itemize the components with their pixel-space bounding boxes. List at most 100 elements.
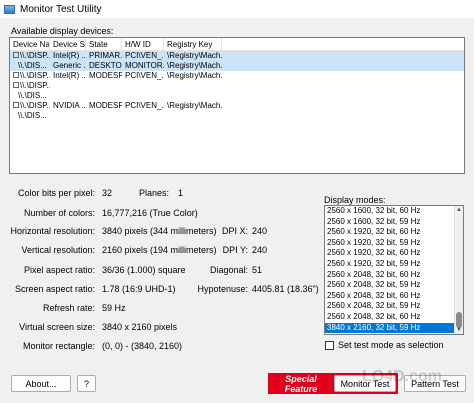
display-mode-item[interactable]: 2560 x 1920, 32 bit, 60 Hz xyxy=(325,227,463,238)
test-mode-checkbox[interactable] xyxy=(325,340,334,350)
device-list-column-header[interactable]: State xyxy=(86,38,122,50)
device-list-column-header[interactable]: Device Na... xyxy=(10,38,50,50)
device-cell-text: PRIMAR... xyxy=(89,51,122,60)
display-mode-item[interactable]: 3840 x 2160, 32 bit, 59 Hz xyxy=(325,322,463,334)
device-cell: \Registry\Mach... xyxy=(164,51,222,61)
display-mode-item[interactable]: 2560 x 2048, 32 bit, 60 Hz xyxy=(325,291,463,302)
display-mode-item[interactable]: 2560 x 1920, 32 bit, 60 Hz xyxy=(325,248,463,259)
display-mode-item[interactable]: 2560 x 2048, 32 bit, 59 Hz xyxy=(325,301,463,312)
dpiy-label: DPI Y: xyxy=(222,245,248,255)
device-cell: PCI\VEN_... xyxy=(122,101,164,111)
display-modes-list[interactable]: 2560 x 1600, 32 bit, 60 Hz 2560 x 1600, 3… xyxy=(324,205,464,335)
device-cell-text: \\.\DISP... xyxy=(20,51,50,60)
color-bits-value: 32 xyxy=(102,188,113,198)
device-row[interactable]: \\.\DISP...Intel(R) ...MODESP...PCI\VEN_… xyxy=(10,71,464,81)
device-cell xyxy=(122,81,164,91)
device-cell: MONITOR... xyxy=(122,61,164,71)
display-mode-item[interactable]: 2560 x 1920, 32 bit, 59 Hz xyxy=(325,259,463,270)
scroll-up-arrow-icon[interactable]: ▲ xyxy=(456,207,462,213)
planes-value: 1 xyxy=(178,188,184,198)
pixel-aspect-label: Pixel aspect ratio: xyxy=(23,265,95,275)
device-cell: MODESP... xyxy=(86,71,122,81)
device-cell: PCI\VEN_... xyxy=(122,71,164,81)
screen-aspect-value: 1.78 (16:9 UHD-1) xyxy=(102,284,176,294)
device-row[interactable]: \\.\DISP...NVIDIA ...MODESP...PCI\VEN_..… xyxy=(10,101,464,111)
display-mode-item[interactable]: 2560 x 2048, 32 bit, 60 Hz xyxy=(325,312,463,323)
modes-scrollbar[interactable]: ▲ ▼ xyxy=(454,206,463,334)
device-cell xyxy=(50,91,86,101)
device-cell: Generic ... xyxy=(50,61,86,71)
modes-scroll-thumb[interactable] xyxy=(456,312,462,328)
help-button[interactable]: ? xyxy=(77,375,96,392)
device-cell: \Registry\Mach... xyxy=(164,101,222,111)
device-cell: \\.\DIS... xyxy=(10,61,50,71)
display-mode-item[interactable]: 2560 x 2048, 32 bit, 59 Hz xyxy=(325,280,463,291)
scroll-down-arrow-icon[interactable]: ▼ xyxy=(456,327,462,333)
about-button[interactable]: About... xyxy=(11,375,71,392)
device-cell-text: MODESP... xyxy=(89,71,122,80)
window-title: Monitor Test Utility xyxy=(20,3,102,15)
device-cell-text: DESKTO... xyxy=(89,61,122,70)
pixel-aspect-value: 36/36 (1.000) square xyxy=(102,265,186,275)
device-cell-text: \Registry\Mach... xyxy=(167,51,222,60)
device-row[interactable]: \\.\DIS... xyxy=(10,111,464,121)
vres-value: 2160 pixels (194 millimeters) xyxy=(102,245,217,255)
device-cell xyxy=(164,91,222,101)
tree-expander-icon[interactable] xyxy=(13,71,19,78)
display-mode-item[interactable]: 2560 x 2048, 32 bit, 60 Hz xyxy=(325,270,463,281)
device-cell: \\.\DISP... xyxy=(10,51,50,61)
device-row[interactable]: \\.\DIS... Generic ...DESKTO...MONITOR...… xyxy=(10,61,464,71)
vres-label: Vertical resolution: xyxy=(21,245,95,255)
device-cell-text: Generic ... xyxy=(53,61,86,70)
device-cell: Intel(R) ... xyxy=(50,71,86,81)
device-cell: MODESP... xyxy=(86,101,122,111)
tree-expander-icon[interactable] xyxy=(13,81,19,88)
device-cell-text: \\.\DIS... xyxy=(18,111,47,120)
device-cell: Intel(R) ... xyxy=(50,51,86,61)
device-cell-text: \\.\DIS... xyxy=(18,91,47,100)
monitor-rect-value: (0, 0) - (3840, 2160) xyxy=(102,341,183,351)
device-row[interactable]: \\.\DISP...Intel(R) ...PRIMAR...PCI\VEN_… xyxy=(10,51,464,61)
diagonal-label: Diagonal: xyxy=(209,265,248,275)
device-cell: PRIMAR... xyxy=(86,51,122,61)
virtual-size-value: 3840 x 2160 pixels xyxy=(102,322,178,332)
diagonal-value: 51 xyxy=(252,265,263,275)
device-cell xyxy=(122,111,164,121)
hres-value: 3840 pixels (344 millimeters) xyxy=(102,226,217,236)
hres-label: Horizontal resolution: xyxy=(10,226,95,236)
dpix-value: 240 xyxy=(252,226,268,236)
dpix-label: DPI X: xyxy=(221,226,248,236)
device-list-column-header[interactable]: H/W ID xyxy=(122,38,164,50)
device-cell: DESKTO... xyxy=(86,61,122,71)
device-cell: \\.\DISP... xyxy=(10,71,50,81)
screen-aspect-label: Screen aspect ratio: xyxy=(14,284,95,294)
num-colors-value: 16,777,216 (True Color) xyxy=(102,208,198,218)
display-mode-item[interactable]: 2560 x 1600, 32 bit, 60 Hz xyxy=(325,206,463,217)
virtual-size-label: Virtual screen size: xyxy=(19,322,95,332)
device-list-column-header[interactable]: Registry Key xyxy=(164,38,222,50)
refresh-label: Refresh rate: xyxy=(42,303,95,313)
hypotenuse-value: 4405.81 (18.36") xyxy=(252,284,319,294)
device-cell-text: \\.\DISP... xyxy=(20,71,50,80)
device-cell xyxy=(122,91,164,101)
device-cell-text: Intel(R) ... xyxy=(53,71,86,80)
display-mode-item[interactable]: 2560 x 1600, 32 bit, 59 Hz xyxy=(325,217,463,228)
device-cell xyxy=(50,81,86,91)
device-list[interactable]: Device Na...Device S...StateH/W IDRegist… xyxy=(9,37,465,174)
device-cell: \Registry\Mach... xyxy=(164,71,222,81)
tree-expander-icon[interactable] xyxy=(13,101,19,108)
device-row[interactable]: \\.\DISP... xyxy=(10,81,464,91)
dpiy-value: 240 xyxy=(252,245,268,255)
device-list-column-header[interactable]: Device S... xyxy=(50,38,86,50)
display-modes-label: Display modes: xyxy=(324,195,386,205)
test-mode-checkbox-row[interactable]: Set test mode as selection xyxy=(325,340,444,350)
device-cell-text: PCI\VEN_... xyxy=(125,101,164,110)
devices-label: Available display devices: xyxy=(11,26,114,36)
device-cell-text: \\.\DIS... xyxy=(18,61,47,70)
device-cell-text: \Registry\Mach... xyxy=(167,101,222,110)
display-mode-item[interactable]: 2560 x 1920, 32 bit, 59 Hz xyxy=(325,238,463,249)
tree-expander-icon[interactable] xyxy=(13,51,19,58)
device-cell xyxy=(86,91,122,101)
special-feature-text: Special Feature xyxy=(284,373,318,394)
device-row[interactable]: \\.\DIS... xyxy=(10,91,464,101)
